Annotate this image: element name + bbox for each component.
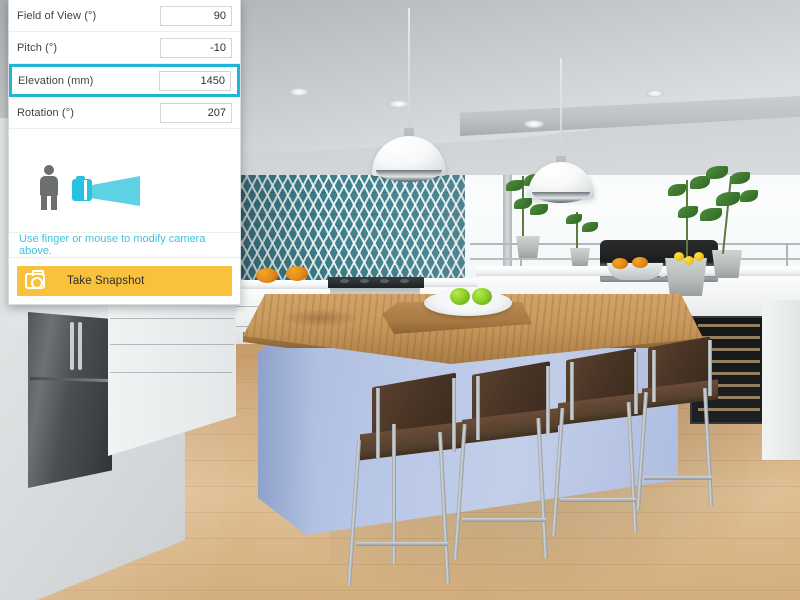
- back-counter-left-top: [231, 280, 335, 289]
- stool-back-post: [570, 362, 574, 420]
- camera-settings-panel: Field of View (°) Pitch (°) Elevation (m…: [8, 0, 241, 305]
- stool-back-post: [634, 352, 638, 414]
- person-icon: [37, 165, 61, 210]
- person-body: [40, 176, 58, 196]
- planter-center: [570, 248, 590, 266]
- burner-icon: [380, 279, 389, 283]
- downlight-icon: [646, 90, 664, 97]
- field-row-field-of-view[interactable]: Field of View (°): [9, 0, 240, 32]
- burner-icon: [340, 279, 349, 283]
- camera-icon: [25, 270, 45, 289]
- orange-decor: [612, 258, 628, 269]
- field-label-rotation: Rotation (°): [17, 106, 74, 119]
- stool-back-post: [708, 340, 712, 396]
- stool-back-post: [546, 366, 550, 434]
- lemon-decor: [684, 256, 694, 265]
- burner-icon: [360, 279, 369, 283]
- pendant-cord: [560, 58, 562, 158]
- stool-back-post: [376, 388, 380, 458]
- lemon-decor: [694, 252, 704, 261]
- app-screenshot: Field of View (°) Pitch (°) Elevation (m…: [0, 0, 800, 600]
- take-snapshot-label: Take Snapshot: [67, 275, 145, 287]
- take-snapshot-button[interactable]: Take Snapshot: [17, 266, 232, 296]
- downlight-icon: [388, 100, 410, 108]
- field-input-pitch[interactable]: [160, 37, 232, 58]
- burner-icon: [400, 279, 409, 283]
- field-row-rotation[interactable]: Rotation (°): [9, 97, 240, 129]
- orange-decor: [632, 257, 648, 268]
- fridge-handle: [70, 322, 74, 370]
- countertop-reflection: [280, 309, 360, 327]
- stool-back-post: [652, 350, 656, 402]
- camera-notch: [84, 180, 87, 200]
- field-row-pitch[interactable]: Pitch (°): [9, 32, 240, 64]
- plant-stem: [686, 180, 688, 262]
- squash-decor: [256, 268, 278, 283]
- field-input-rotation[interactable]: [160, 102, 232, 123]
- planter-small: [712, 250, 742, 278]
- stool-stretcher: [644, 476, 712, 480]
- field-label-elevation: Elevation (mm): [18, 74, 94, 87]
- planter-center: [516, 236, 540, 258]
- field-input-field-of-view[interactable]: [160, 5, 232, 26]
- camera-view-cone-icon[interactable]: [72, 176, 142, 206]
- cabinet-line: [110, 372, 232, 373]
- field-label-pitch: Pitch (°): [17, 41, 58, 54]
- cabinet-line: [110, 318, 234, 319]
- field-label-field-of-view: Field of View (°): [17, 9, 97, 22]
- stool-stretcher: [560, 498, 636, 502]
- pendant-cord: [408, 8, 410, 130]
- field-row-elevation[interactable]: Elevation (mm): [9, 64, 240, 97]
- cabinet-line: [110, 344, 234, 345]
- camera-hint-text: Use finger or mouse to modify camera abo…: [9, 233, 240, 258]
- fridge-handle: [78, 322, 82, 370]
- person-head: [44, 165, 54, 175]
- green-apple: [472, 288, 492, 305]
- cabinet-column-right: [762, 300, 800, 460]
- camera-cone: [92, 176, 140, 206]
- squash-decor: [286, 266, 308, 281]
- snapshot-button-container: Take Snapshot: [9, 258, 240, 304]
- lemon-decor: [674, 252, 684, 261]
- stool-stretcher: [356, 542, 448, 546]
- person-leg: [51, 195, 57, 210]
- stool-back-post: [476, 376, 480, 440]
- green-apple: [450, 288, 470, 305]
- field-input-elevation[interactable]: [159, 70, 231, 91]
- camera-body: [72, 179, 92, 201]
- downlight-icon: [524, 120, 544, 128]
- island-side-shading: [258, 330, 316, 535]
- stool-back-post: [452, 378, 456, 452]
- stool-stretcher: [462, 518, 546, 522]
- person-leg: [41, 195, 47, 210]
- camera-position-widget[interactable]: [9, 129, 240, 233]
- downlight-icon: [289, 88, 309, 96]
